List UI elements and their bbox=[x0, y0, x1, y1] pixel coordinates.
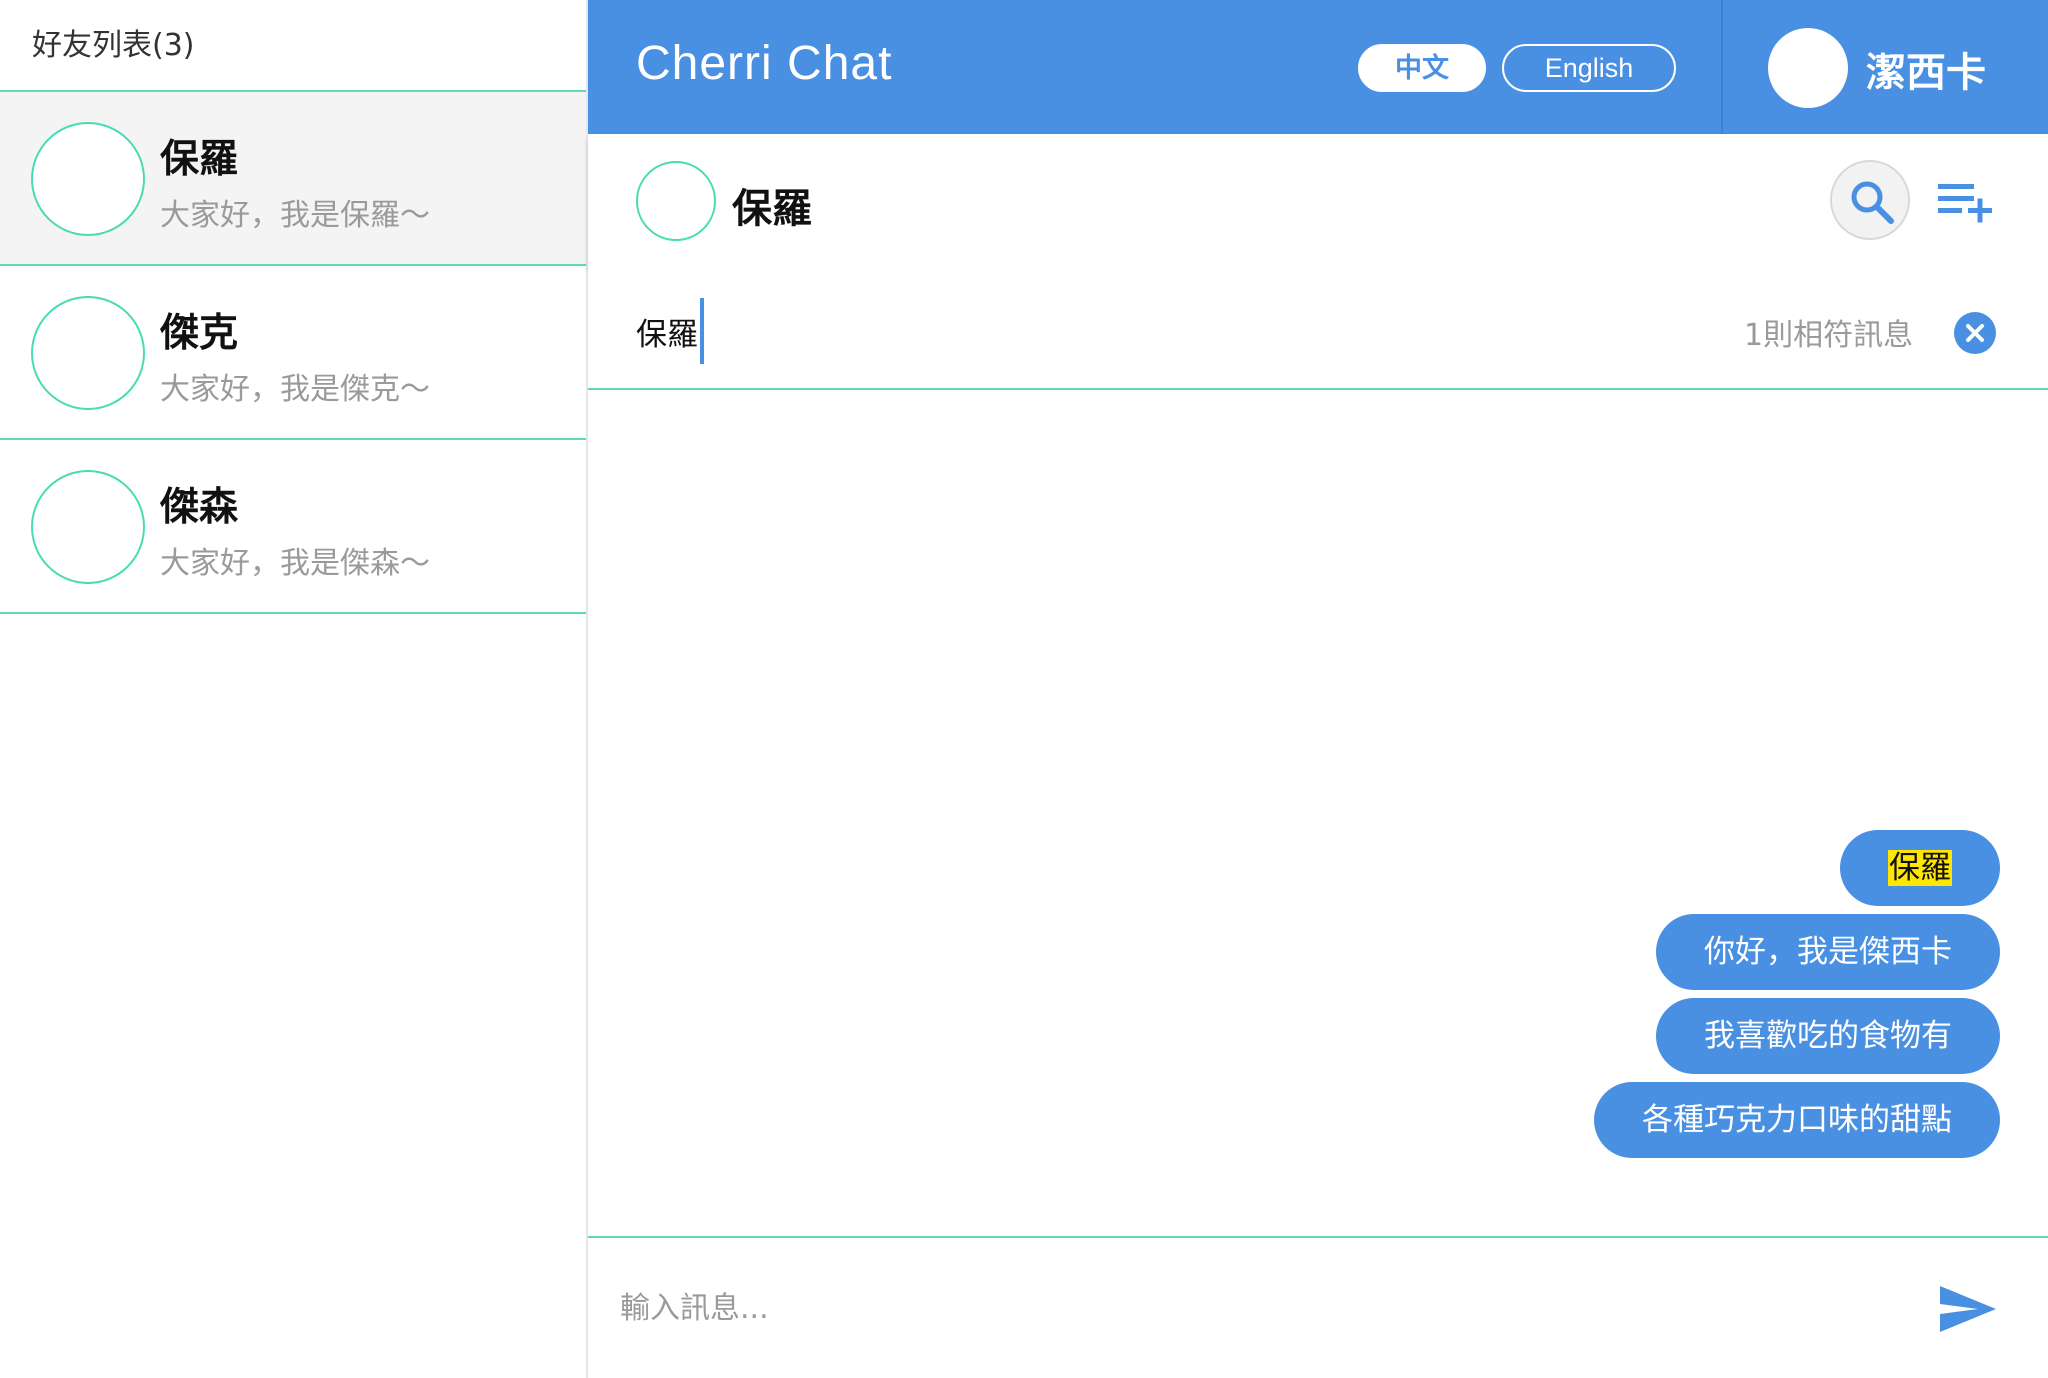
current-user-avatar[interactable] bbox=[1768, 28, 1848, 108]
message-bubble: 你好，我是傑西卡 bbox=[1656, 914, 2000, 990]
send-icon bbox=[1940, 1286, 1996, 1332]
message-bubble: 保羅 bbox=[1840, 830, 2000, 906]
chat-app: 好友列表(3) 保羅 大家好，我是保羅～ 傑克 大家好，我是傑克～ 傑森 大家好… bbox=[0, 0, 2048, 1378]
search-icon bbox=[1851, 181, 1894, 224]
playlist-add-icon bbox=[1938, 184, 1992, 223]
avatar bbox=[31, 122, 145, 236]
language-chinese-button[interactable]: 中文 bbox=[1358, 44, 1486, 92]
message-bubble: 各種巧克力口味的甜點 bbox=[1594, 1082, 2000, 1158]
add-to-list-button[interactable] bbox=[1936, 180, 1994, 228]
message-list: 保羅 你好，我是傑西卡 我喜歡吃的食物有 各種巧克力口味的甜點 bbox=[588, 390, 2048, 1236]
clear-search-button[interactable] bbox=[1954, 312, 1996, 354]
friend-list-title: 好友列表(3) bbox=[0, 0, 586, 92]
avatar bbox=[31, 296, 145, 410]
friend-name: 保羅 bbox=[160, 137, 239, 182]
avatar bbox=[636, 161, 716, 241]
friend-list-sidebar: 好友列表(3) 保羅 大家好，我是保羅～ 傑克 大家好，我是傑克～ 傑森 大家好… bbox=[0, 0, 588, 1378]
chat-contact-name: 保羅 bbox=[732, 186, 812, 232]
message-input[interactable] bbox=[620, 1276, 1920, 1340]
search-query-text: 保羅 bbox=[636, 316, 698, 353]
friend-status: 大家好，我是傑克～ bbox=[160, 372, 430, 407]
friend-item-paul[interactable]: 保羅 大家好，我是保羅～ bbox=[0, 92, 586, 266]
app-header: Cherri Chat 中文 English 潔西卡 bbox=[588, 0, 2048, 134]
chat-header: 保羅 bbox=[588, 134, 2048, 268]
language-english-button[interactable]: English bbox=[1502, 44, 1676, 92]
friend-name: 傑森 bbox=[160, 485, 239, 530]
text-cursor bbox=[700, 298, 704, 364]
send-button[interactable] bbox=[1938, 1284, 1998, 1338]
friend-name: 傑克 bbox=[160, 311, 239, 356]
message-bubble: 我喜歡吃的食物有 bbox=[1656, 998, 2000, 1074]
search-highlight: 保羅 bbox=[1888, 850, 1952, 886]
friend-item-jason[interactable]: 傑森 大家好，我是傑森～ bbox=[0, 440, 586, 614]
friend-item-jack[interactable]: 傑克 大家好，我是傑克～ bbox=[0, 266, 586, 440]
current-user-name: 潔西卡 bbox=[1866, 50, 1986, 96]
search-button[interactable] bbox=[1830, 160, 1910, 240]
message-composer bbox=[588, 1236, 2048, 1378]
close-circle-icon bbox=[1966, 324, 1984, 342]
message-search-bar: 保羅 1則相符訊息 bbox=[588, 268, 2048, 390]
search-match-count: 1則相符訊息 bbox=[1744, 318, 1914, 353]
header-divider bbox=[1721, 0, 1723, 134]
friend-status: 大家好，我是傑森～ bbox=[160, 546, 430, 581]
friend-status: 大家好，我是保羅～ bbox=[160, 198, 430, 233]
avatar bbox=[31, 470, 145, 584]
app-title: Cherri Chat bbox=[636, 37, 893, 90]
message-search-input[interactable]: 保羅 bbox=[636, 298, 704, 364]
